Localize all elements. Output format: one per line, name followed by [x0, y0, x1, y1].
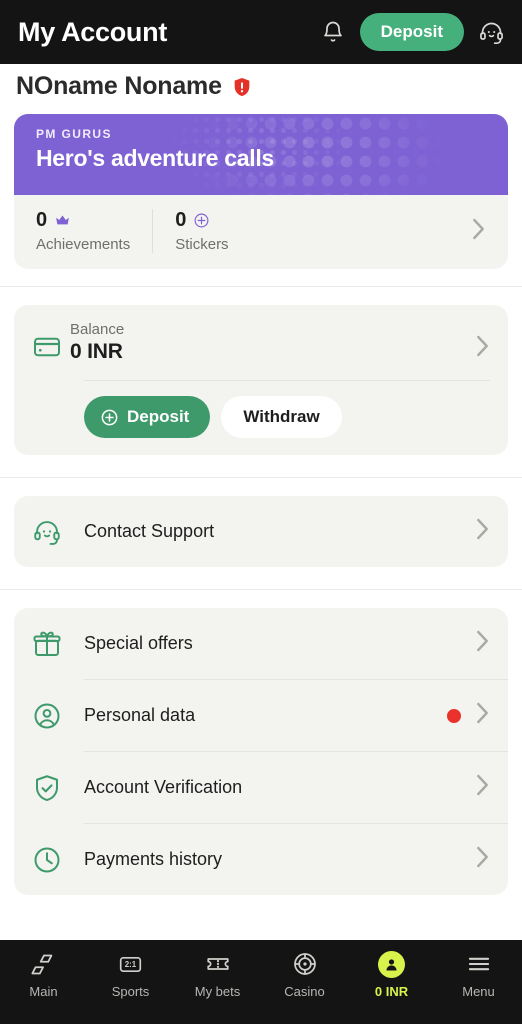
chevron-right-icon[interactable]: [475, 701, 490, 730]
balance-texts: Balance 0 INR: [66, 321, 475, 364]
bell-icon[interactable]: [316, 15, 350, 49]
menu-section: Special offers Personal data Account Ver…: [0, 608, 522, 895]
deposit-button[interactable]: Deposit: [359, 13, 464, 51]
menu-item-payments-history[interactable]: Payments history: [14, 824, 508, 895]
chevron-right-icon[interactable]: [475, 321, 490, 363]
svg-text:2:1: 2:1: [125, 960, 137, 969]
chevron-right-icon[interactable]: [475, 629, 490, 658]
avatar: [378, 950, 405, 978]
support-row[interactable]: Contact Support: [14, 496, 508, 567]
menu-item-special-offers[interactable]: Special offers: [14, 608, 508, 679]
sticker-plus-icon: [194, 213, 209, 228]
user-circle-icon: [32, 701, 70, 731]
account-name: NOname Noname: [16, 72, 222, 100]
balance-card: Balance 0 INR Deposit Withdraw: [14, 305, 508, 455]
parallelograms-icon: [31, 951, 56, 977]
balance-actions: Deposit Withdraw: [14, 381, 508, 455]
nav-label: Sports: [111, 984, 150, 999]
balance-summary[interactable]: Balance 0 INR: [14, 305, 508, 367]
chevron-right-icon[interactable]: [475, 845, 490, 874]
gift-icon: [32, 629, 70, 659]
scoreboard-2-1-icon: 2:1: [118, 951, 143, 977]
user-avatar-icon: [378, 950, 405, 978]
account-name-row[interactable]: NOname Noname: [0, 64, 522, 114]
nav-item-casino[interactable]: Casino: [261, 951, 348, 999]
promo-title: Hero's adventure calls: [36, 145, 274, 171]
poker-chip-icon: [292, 951, 318, 977]
nav-label: Casino: [284, 984, 325, 999]
chevron-right-icon[interactable]: [475, 517, 490, 546]
menu-card: Special offers Personal data Account Ver…: [14, 608, 508, 895]
achievements-count: 0: [36, 209, 48, 231]
chevron-right-icon[interactable]: [471, 217, 508, 246]
menu-item-personal-data[interactable]: Personal data: [14, 680, 508, 751]
menu-item-label: Account Verification: [84, 777, 243, 797]
support-section: Contact Support: [0, 496, 522, 567]
nav-item-my-bets[interactable]: My bets: [174, 951, 261, 999]
achievements-label: Achievements: [36, 236, 131, 253]
promo-card[interactable]: PM GURUS Hero's adventure calls 0 Achiev…: [14, 114, 508, 269]
nav-label: My bets: [194, 984, 241, 999]
promo-section: PM GURUS Hero's adventure calls 0 Achiev…: [0, 114, 522, 286]
stickers-label: Stickers: [175, 236, 229, 253]
stickers-count: 0: [175, 209, 187, 231]
deposit-button[interactable]: Deposit: [84, 396, 211, 438]
stat-value-row: 0: [175, 209, 228, 232]
stat-stickers[interactable]: 0 Stickers: [152, 209, 250, 253]
status-badge: [447, 708, 461, 723]
support-card: Contact Support: [14, 496, 508, 567]
menu-item-label: Personal data: [84, 705, 196, 725]
stat-achievements[interactable]: 0 Achievements: [14, 209, 152, 253]
credit-card-icon: [32, 321, 66, 367]
plus-circle-icon: [101, 409, 118, 425]
menu-item-label: Special offers: [84, 633, 193, 653]
withdraw-button[interactable]: Withdraw: [221, 396, 342, 438]
nav-item-menu[interactable]: Menu: [435, 951, 522, 999]
nav-label: Main: [29, 984, 58, 999]
menu-item-label: Payments history: [84, 849, 223, 869]
nav-label: Menu: [462, 984, 495, 999]
ticket-icon: [205, 951, 231, 977]
balance-label: Balance: [70, 321, 125, 338]
nav-label: 0 INR: [374, 984, 409, 999]
nav-item-balance[interactable]: 0 INR: [348, 950, 435, 999]
promo-banner: PM GURUS Hero's adventure calls: [14, 114, 508, 195]
chevron-right-icon[interactable]: [475, 773, 490, 802]
balance-section: Balance 0 INR Deposit Withdraw: [0, 305, 522, 455]
support-label: Contact Support: [84, 521, 215, 541]
page-title: My Account: [18, 16, 168, 47]
nav-item-sports[interactable]: 2:1 Sports: [87, 951, 174, 999]
menu-item-account-verification[interactable]: Account Verification: [14, 752, 508, 823]
crown-icon: [56, 215, 69, 225]
promo-stats: 0 Achievements 0 Stickers: [14, 195, 508, 269]
headset-icon[interactable]: [474, 15, 508, 49]
hamburger-icon: [466, 951, 492, 977]
account-screen: My Account Deposit NOname Noname PM GURU…: [0, 0, 522, 1024]
shield-exclamation-icon: [234, 77, 250, 96]
promo-kicker: PM GURUS: [36, 127, 112, 141]
clock-icon: [32, 845, 70, 875]
deposit-button-label: Deposit: [127, 407, 190, 426]
nav-item-main[interactable]: Main: [0, 951, 87, 999]
balance-value: 0 INR: [70, 340, 123, 363]
top-bar: My Account Deposit: [0, 0, 522, 64]
bottom-navigation: Main 2:1 Sports My bets Casino 0 INR Men…: [0, 940, 522, 1024]
shield-check-icon: [32, 773, 70, 803]
headset-icon: [32, 517, 70, 547]
content-area: NOname Noname PM GURUS Hero's adventure …: [0, 64, 522, 940]
stat-value-row: 0: [36, 209, 130, 232]
